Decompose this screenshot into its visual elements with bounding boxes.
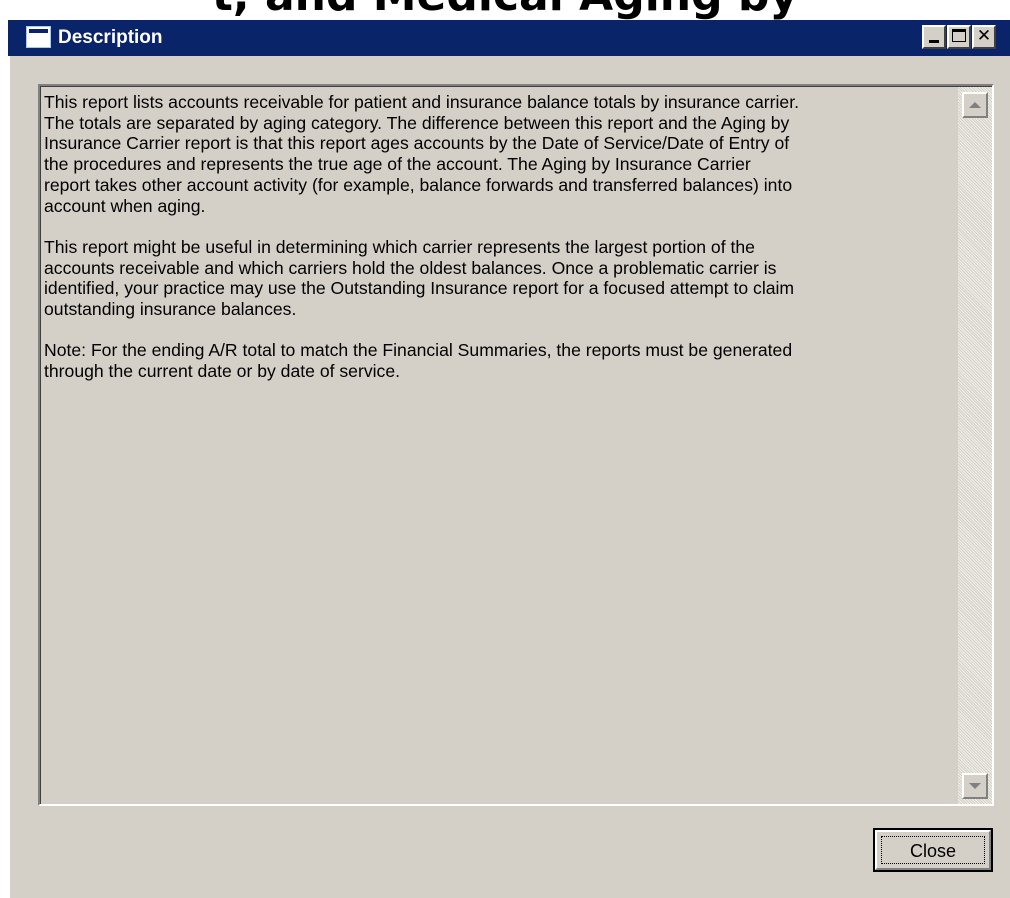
minimize-icon xyxy=(929,40,939,43)
vertical-scrollbar[interactable] xyxy=(958,87,992,804)
maximize-button[interactable] xyxy=(947,25,971,49)
close-icon: ✕ xyxy=(976,26,992,46)
close-button[interactable]: Close xyxy=(873,828,993,872)
description-textarea[interactable]: This report lists accounts receivable fo… xyxy=(38,84,994,806)
window-app-icon xyxy=(26,26,51,48)
background-heading-text: t, and Medical Aging by xyxy=(0,0,1010,20)
description-textarea-inner: This report lists accounts receivable fo… xyxy=(40,86,992,804)
arrow-down-icon xyxy=(969,783,981,789)
close-button-label: Close xyxy=(909,841,957,861)
description-paragraph-3: Note: For the ending A/R total to match … xyxy=(44,340,793,382)
scroll-down-button[interactable] xyxy=(962,773,988,799)
scroll-up-button[interactable] xyxy=(962,92,988,118)
background-page-heading-fragment: t, and Medical Aging by xyxy=(0,0,1010,20)
description-paragraph-2: This report might be useful in determini… xyxy=(44,236,795,320)
window-title: Description xyxy=(58,27,163,48)
arrow-up-icon xyxy=(969,102,981,108)
description-text: This report lists accounts receivable fo… xyxy=(44,92,954,382)
description-paragraph-1: This report lists accounts receivable fo… xyxy=(44,92,799,216)
window-close-button[interactable]: ✕ xyxy=(972,25,996,49)
maximize-icon xyxy=(952,29,966,42)
minimize-button[interactable] xyxy=(922,25,946,49)
window-titlebar[interactable]: Description ✕ xyxy=(8,20,1010,56)
